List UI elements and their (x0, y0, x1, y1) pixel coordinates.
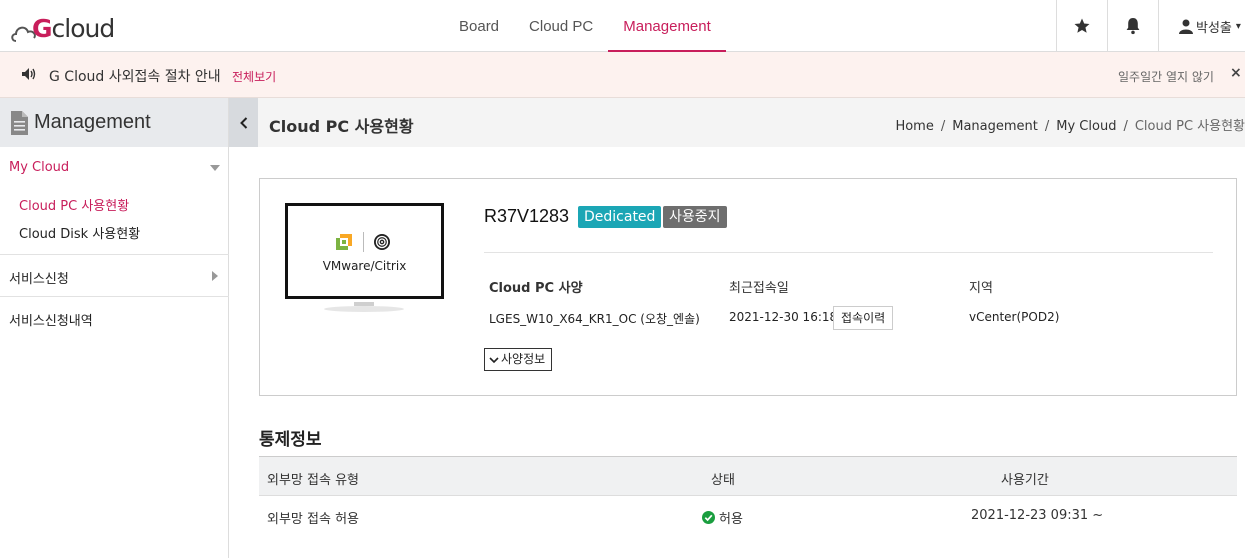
caret-down-icon[interactable] (210, 165, 220, 171)
breadcrumb-my-cloud[interactable]: My Cloud (1056, 119, 1116, 134)
breadcrumb-separator: / (1044, 119, 1050, 134)
sidebar-header: Management (0, 98, 228, 147)
user-dropdown-icon: ▾ (1235, 20, 1241, 32)
sidebar-group-my-cloud: My Cloud Cloud PC 사용현황 Cloud Disk 사용현황 (0, 147, 229, 255)
chevron-left-icon (239, 116, 247, 129)
spec-info-button[interactable]: 사양정보 (484, 348, 553, 371)
breadcrumb-separator: / (940, 119, 946, 134)
breadcrumb: Home / Management / My Cloud / Cloud PC 사용현황 (895, 115, 1245, 134)
table-header: 외부망 접속 유형 상태 사용기간 (259, 456, 1237, 496)
cloud-pc-card: VMware/Citrix R37V1283 Dedicated 사용중지 Cl… (259, 178, 1237, 396)
breadcrumb-current: Cloud PC 사용현황 (1134, 119, 1245, 134)
content-header: Cloud PC 사용현황 Home / Management / My Cloud / C… (258, 98, 1245, 147)
control-info-title: 통제정보 (259, 430, 322, 450)
last-access-header: 최근접속일 (729, 281, 789, 296)
row-period: 2021-12-23 09:31 ~ (971, 508, 1104, 523)
column-header-status: 상태 (711, 473, 735, 488)
region-header: 지역 (969, 281, 993, 296)
spec-header: Cloud PC 사양 (489, 281, 583, 296)
type-badge: Dedicated (578, 206, 662, 228)
spec-info-label: 사양정보 (501, 352, 546, 366)
notice-view-all-link[interactable]: 전체보기 (232, 68, 276, 85)
sidebar-item-service-request[interactable]: 서비스신청 (9, 268, 69, 287)
sidebar-item-cloud-disk-usage[interactable]: Cloud Disk 사용현황 (19, 223, 140, 242)
vmware-icon (336, 234, 352, 250)
column-header-period: 사용기간 (1001, 473, 1049, 488)
nav-management[interactable]: Management (608, 0, 726, 52)
sidebar-item-service-history[interactable]: 서비스신청내역 (9, 310, 93, 329)
speaker-icon (22, 68, 36, 80)
spec-value: LGES_W10_X64_KR1_OC (오창_엔솔) (489, 312, 700, 326)
notice-text: G Cloud 사외접속 절차 안내 (49, 69, 221, 85)
status-badge: 사용중지 (663, 206, 727, 228)
nav-cloud-pc[interactable]: Cloud PC (514, 0, 608, 52)
document-icon (11, 110, 28, 135)
sidebar-group-service-history: 서비스신청내역 (0, 297, 229, 341)
platform-label: VMware/Citrix (322, 259, 407, 273)
access-history-button[interactable]: 접속이력 (833, 306, 894, 330)
user-icon (1179, 19, 1193, 34)
chevron-down-icon (489, 356, 499, 363)
bell-icon (1126, 18, 1140, 35)
monitor-stand-icon (324, 302, 404, 312)
nav-board[interactable]: Board (444, 0, 514, 52)
caret-right-icon[interactable] (212, 271, 218, 281)
table-row: 외부망 접속 허용 허용 2021-12-23 09:31 ~ (259, 496, 1237, 537)
platform-icons (335, 232, 391, 252)
notice-close-icon[interactable]: × (1230, 65, 1242, 81)
breadcrumb-home[interactable]: Home (895, 119, 933, 134)
notice-bar: G Cloud 사외접속 절차 안내 전체보기 일주일간 열지 않기 × (0, 52, 1245, 98)
platform-separator (363, 232, 364, 252)
region-value: vCenter(POD2) (969, 310, 1060, 324)
top-header: Gcloud Board Cloud PC Management 박성출 ▾ (0, 0, 1245, 52)
sidebar-title: Management (34, 111, 151, 133)
favorites-button[interactable] (1056, 0, 1107, 52)
notice-hide-week-link[interactable]: 일주일간 열지 않기 (1118, 68, 1214, 85)
star-icon (1074, 18, 1090, 33)
user-menu[interactable]: 박성출 ▾ (1158, 0, 1245, 52)
row-status: 허용 (702, 508, 743, 527)
control-info-table: 외부망 접속 유형 상태 사용기간 외부망 접속 허용 허용 2021-12-2… (259, 456, 1237, 537)
monitor-image: VMware/Citrix (285, 203, 444, 299)
last-access-value: 2021-12-30 16:18 (729, 310, 838, 324)
citrix-icon (374, 234, 390, 250)
user-name: 박성출 (1196, 20, 1232, 36)
logo-text: Gcloud (32, 14, 115, 43)
page-title: Cloud PC 사용현황 (269, 117, 414, 136)
card-divider (484, 252, 1213, 253)
main-nav: Board Cloud PC Management (444, 0, 726, 52)
gcloud-logo[interactable]: Gcloud (10, 10, 115, 44)
column-header-type: 외부망 접속 유형 (267, 473, 359, 488)
sidebar-collapse-button[interactable] (229, 98, 258, 147)
row-status-label: 허용 (719, 512, 743, 527)
notifications-button[interactable] (1107, 0, 1158, 52)
row-type: 외부망 접속 허용 (267, 512, 359, 527)
breadcrumb-management[interactable]: Management (952, 119, 1038, 134)
breadcrumb-separator: / (1123, 119, 1128, 134)
pc-name: R37V1283 (484, 206, 570, 226)
sidebar-item-cloud-pc-usage[interactable]: Cloud PC 사용현황 (19, 195, 129, 214)
check-circle-icon (702, 511, 715, 524)
sidebar-group-service-request: 서비스신청 (0, 255, 229, 297)
sidebar: Management My Cloud Cloud PC 사용현황 Cloud … (0, 98, 258, 558)
sidebar-item-my-cloud[interactable]: My Cloud (9, 160, 69, 175)
